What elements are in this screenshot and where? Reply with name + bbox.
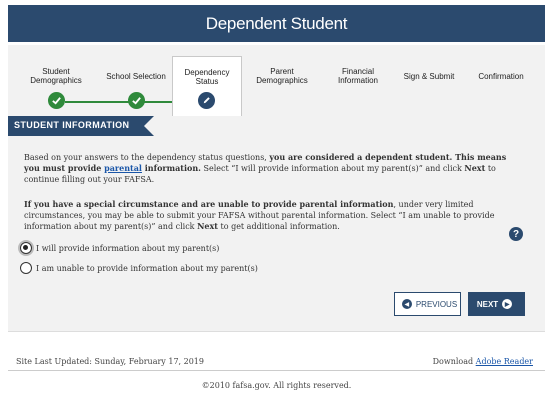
section-banner: STUDENT INFORMATION <box>8 116 154 136</box>
step-label: Parent Demographics <box>256 67 308 85</box>
adobe-reader-link[interactable]: Adobe Reader <box>476 357 533 366</box>
option-unable-to-provide[interactable]: I am unable to provide information about… <box>20 261 258 275</box>
text-bold: Next <box>197 221 218 231</box>
parental-link[interactable]: parental <box>104 163 142 173</box>
step-confirmation[interactable]: Confirmation <box>464 45 538 115</box>
step-sign-submit[interactable]: Sign & Submit <box>392 45 466 115</box>
step-complete-icon <box>48 92 65 109</box>
special-circumstance-text: If you have a special circumstance and a… <box>24 199 524 232</box>
step-label: School Selection <box>106 71 166 81</box>
step-parent-demographics[interactable]: Parent Demographics <box>245 45 319 115</box>
option-label: I am unable to provide information about… <box>36 263 258 273</box>
download-reader: Download Adobe Reader <box>433 357 533 366</box>
previous-label: PREVIOUS <box>415 299 458 309</box>
page-header: Dependent Student <box>8 5 545 42</box>
radio-button[interactable] <box>20 262 32 274</box>
text-bold: If you have a special circumstance and a… <box>24 199 394 209</box>
step-student-demographics[interactable]: Student Demographics <box>16 45 96 115</box>
step-dependency-status[interactable]: Dependency Status <box>172 56 242 116</box>
footer-divider <box>8 370 545 371</box>
arrow-right-icon: ▶ <box>502 299 513 309</box>
option-label: I will provide information about my pare… <box>36 243 220 253</box>
page-title: Dependent Student <box>205 13 348 33</box>
step-complete-icon <box>128 92 145 109</box>
section-title: STUDENT INFORMATION <box>14 120 130 130</box>
step-label: Sign & Submit <box>403 71 455 81</box>
step-label: Student Demographics <box>30 67 82 85</box>
step-label: Financial Information <box>337 67 379 85</box>
pencil-icon <box>198 92 215 109</box>
step-label: Confirmation <box>478 71 524 81</box>
progress-stepper: Student Demographics School Selection De… <box>8 45 545 116</box>
site-updated: Site Last Updated: Sunday, February 17, … <box>16 357 204 366</box>
next-button[interactable]: NEXT ▶ <box>468 292 525 316</box>
copyright: ©2010 fafsa.gov. All rights reserved. <box>201 381 352 390</box>
text: Select “I will provide information about… <box>200 164 465 173</box>
step-financial-information[interactable]: Financial Information <box>321 45 395 115</box>
dependency-explanation: Based on your answers to the dependency … <box>24 152 524 185</box>
download-prefix: Download <box>432 357 476 366</box>
help-icon[interactable]: ? <box>509 227 523 241</box>
text: Based on your answers to the dependency … <box>24 153 270 162</box>
option-will-provide[interactable]: I will provide information about my pare… <box>20 241 219 255</box>
next-label: NEXT <box>476 299 499 309</box>
step-school-selection[interactable]: School Selection <box>96 45 176 115</box>
step-label: Dependency Status <box>184 68 230 86</box>
radio-button[interactable] <box>20 242 32 254</box>
text-bold: information. <box>141 163 201 173</box>
previous-button[interactable]: ◀ PREVIOUS <box>394 292 461 316</box>
arrow-left-icon: ◀ <box>401 299 412 309</box>
text: to get additional information. <box>217 222 340 231</box>
text-bold: Next <box>464 163 486 173</box>
